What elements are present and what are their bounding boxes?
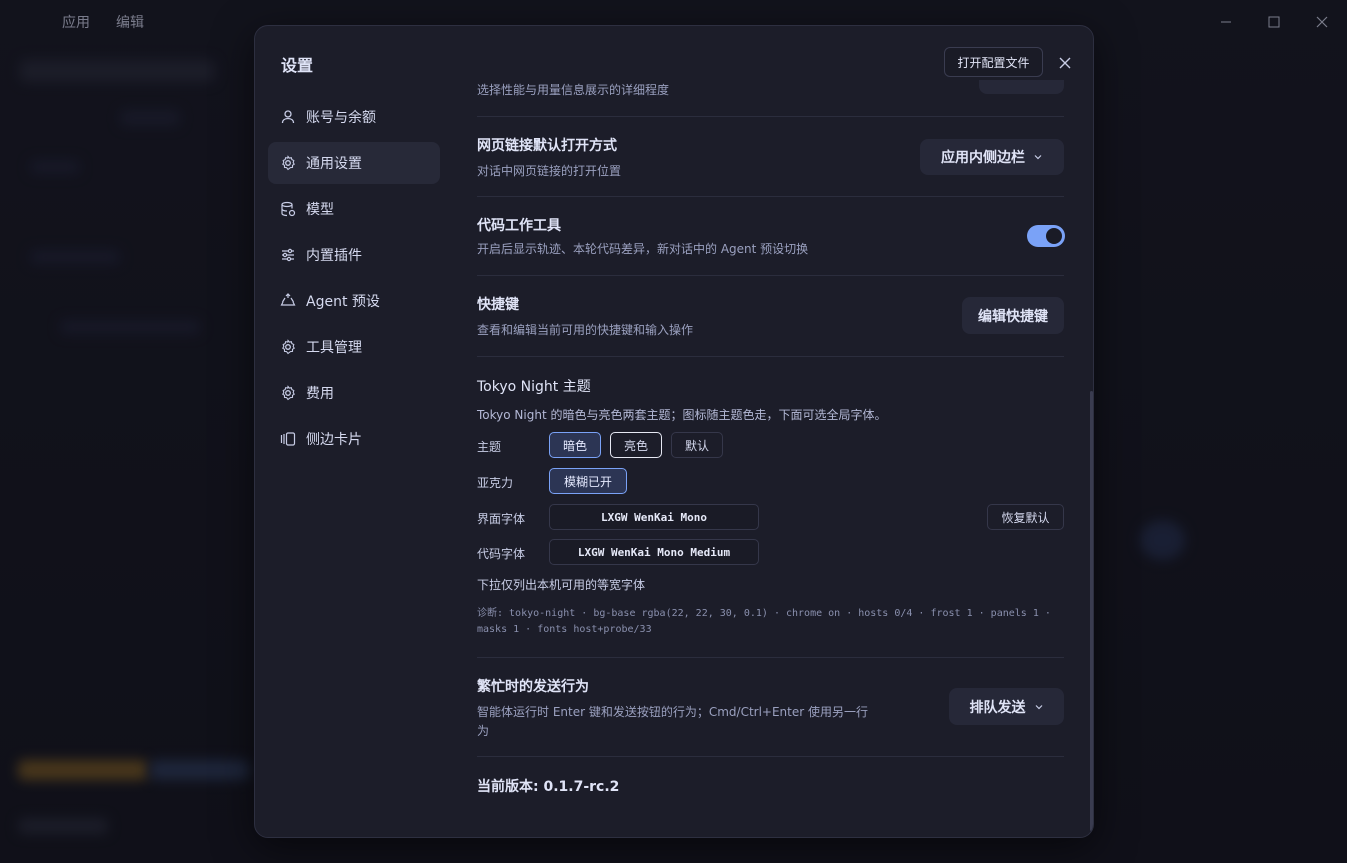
busy-send-desc-2: 为 bbox=[477, 724, 490, 738]
mono-font-note: 下拉仅列出本机可用的等宽字体 bbox=[477, 578, 646, 592]
perf-desc: 选择性能与用量信息展示的详细程度 bbox=[477, 83, 670, 97]
link-open-title: 网页链接默认打开方式 bbox=[477, 138, 617, 154]
gear-icon bbox=[282, 155, 295, 171]
database-icon bbox=[281, 201, 296, 217]
gear-icon bbox=[282, 339, 295, 355]
select-value: 应用内侧边栏 bbox=[941, 150, 1025, 166]
theme-desc: Tokyo Night 的暗色与亮色两套主题；图标随主题色走，下面可选全局字体。 bbox=[477, 408, 887, 422]
sidebar-item-label: 内置插件 bbox=[306, 248, 362, 264]
shortcuts-desc: 查看和编辑当前可用的快捷键和输入操作 bbox=[477, 323, 694, 337]
link-open-desc: 对话中网页链接的打开位置 bbox=[477, 164, 622, 178]
busy-send-select[interactable]: 排队发送 bbox=[949, 688, 1064, 725]
sidebar-item-models[interactable]: 模型 bbox=[268, 188, 440, 230]
user-icon bbox=[281, 110, 295, 124]
ui-font-select[interactable]: LXGW WenKai Mono bbox=[549, 504, 759, 530]
code-tools-desc: 开启后显示轨迹、本轮代码差异，新对话中的 Agent 预设切换 bbox=[477, 242, 809, 256]
busy-send-desc-1: 智能体运行时 Enter 键和发送按钮的行为；Cmd/Ctrl+Enter 使用… bbox=[477, 705, 868, 719]
theme-option-light[interactable]: 亮色 bbox=[610, 432, 662, 458]
link-open-select[interactable]: 应用内侧边栏 bbox=[920, 139, 1064, 175]
sidebar-item-label: 侧边卡片 bbox=[306, 432, 362, 448]
settings-sidebar: 账号与余额 通用设置 模型 内置插件 Agent 预设 工具管理 费用 侧边卡片 bbox=[268, 96, 440, 464]
diagnostics-line-1: 诊断: tokyo-night · bg-base rgba(22, 22, 3… bbox=[477, 608, 1051, 619]
sidebar-item-general[interactable]: 通用设置 bbox=[268, 142, 440, 184]
divider bbox=[477, 275, 1064, 276]
sidebar-item-plugins[interactable]: 内置插件 bbox=[268, 234, 440, 276]
code-tools-title: 代码工作工具 bbox=[477, 218, 561, 234]
divider bbox=[477, 756, 1064, 757]
sidebar-item-side-cards[interactable]: 侧边卡片 bbox=[268, 418, 440, 460]
theme-option-default[interactable]: 默认 bbox=[671, 432, 723, 458]
theme-option-dark[interactable]: 暗色 bbox=[549, 432, 601, 458]
sidebar-item-label: 账号与余额 bbox=[306, 110, 376, 126]
perf-select-partial[interactable] bbox=[979, 80, 1064, 94]
code-tools-toggle[interactable] bbox=[1027, 225, 1065, 247]
ui-font-label: 界面字体 bbox=[477, 512, 526, 526]
acrylic-label: 亚克力 bbox=[477, 476, 514, 490]
divider bbox=[477, 116, 1064, 117]
cards-icon bbox=[280, 432, 296, 446]
sidebar-item-agent-presets[interactable]: Agent 预设 bbox=[268, 280, 440, 322]
chevron-down-icon bbox=[1034, 155, 1042, 160]
diagnostics-line-2: masks 1 · fonts host+probe/33 bbox=[477, 624, 652, 635]
divider bbox=[477, 657, 1064, 658]
sidebar-item-label: 工具管理 bbox=[306, 340, 362, 356]
version-text: 当前版本: 0.1.7-rc.2 bbox=[477, 779, 620, 795]
divider bbox=[477, 196, 1064, 197]
sidebar-item-tools[interactable]: 工具管理 bbox=[268, 326, 440, 368]
gear-icon bbox=[282, 385, 295, 401]
modal-title: 设置 bbox=[281, 56, 314, 75]
code-font-label: 代码字体 bbox=[477, 547, 526, 561]
theme-title: Tokyo Night 主题 bbox=[477, 379, 591, 395]
recycle-icon bbox=[280, 293, 296, 306]
settings-modal: 设置 打开配置文件 账号与余额 通用设置 模型 内置插件 Agent 预设 工具… bbox=[254, 25, 1094, 838]
sidebar-item-label: 通用设置 bbox=[306, 156, 362, 172]
chevron-down-icon bbox=[1035, 704, 1042, 709]
divider bbox=[477, 356, 1064, 357]
reset-default-button[interactable]: 恢复默认 bbox=[987, 504, 1064, 530]
theme-label: 主题 bbox=[477, 440, 502, 454]
edit-shortcuts-button[interactable]: 编辑快捷键 bbox=[962, 297, 1064, 334]
settings-content: 选择性能与用量信息展示的详细程度 网页链接默认打开方式 对话中网页链接的打开位置… bbox=[477, 26, 1065, 837]
code-font-select[interactable]: LXGW WenKai Mono Medium bbox=[549, 539, 759, 565]
content-scrollbar[interactable] bbox=[1090, 391, 1093, 831]
sliders-icon bbox=[282, 248, 294, 262]
acrylic-toggle[interactable]: 模糊已开 bbox=[549, 468, 627, 494]
sidebar-item-label: 费用 bbox=[306, 386, 334, 402]
sidebar-item-label: Agent 预设 bbox=[306, 294, 380, 310]
sidebar-item-account[interactable]: 账号与余额 bbox=[268, 96, 440, 138]
shortcuts-title: 快捷键 bbox=[477, 297, 519, 313]
sidebar-item-label: 模型 bbox=[306, 202, 334, 218]
toggle-knob bbox=[1046, 228, 1062, 244]
busy-send-title: 繁忙时的发送行为 bbox=[477, 679, 589, 695]
select-value: 排队发送 bbox=[969, 699, 1026, 716]
sidebar-item-costs[interactable]: 费用 bbox=[268, 372, 440, 414]
